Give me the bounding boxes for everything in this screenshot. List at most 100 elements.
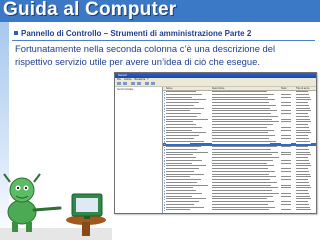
character-pupil-shape: [24, 186, 28, 190]
cell-text-bar: [296, 143, 311, 145]
cell-text-bar: [281, 121, 291, 123]
cell-text-bar: [296, 181, 309, 183]
cell-text-bar: [166, 201, 199, 203]
cell-text-bar: [281, 168, 291, 170]
cell-text-bar: [296, 201, 308, 203]
cell-text-bar: [281, 201, 291, 203]
cell-text-bar: [212, 99, 275, 101]
table-cell: [212, 209, 280, 212]
cell-text-bar: [281, 113, 291, 115]
cell-text-bar: [166, 102, 199, 104]
cell-text-bar: [296, 113, 308, 115]
cell-text-bar: [166, 135, 199, 137]
cell-text-bar: [281, 184, 291, 186]
cell-text-bar: [166, 107, 204, 109]
cell-text-bar: [212, 124, 273, 126]
cell-text-bar: [296, 151, 310, 153]
cell-text-bar: [166, 209, 190, 211]
slide-subtitle: Pannello di Controllo – Strumenti di amm…: [14, 29, 251, 39]
cell-text-bar: [212, 206, 275, 208]
cell-text-bar: [166, 93, 202, 95]
cell-text-bar: [212, 146, 277, 148]
cell-text-bar: [212, 96, 268, 98]
cell-text-bar: [281, 93, 291, 95]
cell-text-bar: [281, 203, 291, 205]
cell-text-bar: [296, 190, 308, 192]
cell-text-bar: [212, 118, 272, 120]
cell-text-bar: [166, 129, 192, 131]
cell-text-bar: [296, 126, 309, 128]
cell-text-bar: [296, 104, 309, 106]
window-controls: [303, 74, 315, 87]
cell-text-bar: [212, 162, 267, 164]
cell-text-bar: [166, 198, 206, 200]
character-body-shape: [7, 199, 37, 225]
table-leg-shape: [82, 222, 90, 236]
cell-text-bar: [212, 135, 275, 137]
cell-text-bar: [212, 203, 268, 205]
cell-text-bar: [166, 118, 208, 120]
cell-text-bar: [166, 148, 197, 150]
cell-text-bar: [212, 159, 273, 161]
cell-text-bar: [296, 176, 311, 178]
cell-text-bar: [166, 184, 208, 186]
cell-text-bar: [212, 179, 270, 181]
cell-text-bar: [281, 135, 291, 137]
cell-text-bar: [296, 118, 310, 120]
cell-text-bar: [212, 107, 270, 109]
cell-text-bar: [166, 96, 192, 98]
cell-text-bar: [166, 165, 206, 167]
tree-pane: Servizi (locale): [115, 87, 163, 213]
column-header-description: Descrizione: [212, 87, 225, 90]
cell-text-bar: [212, 93, 274, 95]
cell-text-bar: [212, 137, 269, 139]
cell-text-bar: [212, 129, 274, 131]
cell-text-bar: [296, 132, 311, 134]
cell-text-bar: [166, 203, 194, 205]
cell-text-bar: [212, 140, 276, 142]
cell-text-bar: [212, 91, 267, 93]
cell-text-bar: [166, 170, 194, 172]
window-body: Servizi (locale) Nome Descrizione Stato …: [115, 87, 316, 213]
cell-text-bar: [296, 162, 310, 164]
cell-text-bar: [166, 140, 204, 142]
cell-text-bar: [296, 192, 309, 194]
cell-text-bar: [212, 187, 278, 189]
cell-text-bar: [296, 165, 311, 167]
cell-text-bar: [166, 195, 192, 197]
cell-text-bar: [281, 195, 291, 197]
cell-text-bar: [212, 154, 272, 156]
table-cell: [281, 209, 295, 212]
tree-item-services: Servizi (locale): [117, 88, 134, 91]
cell-text-bar: [166, 192, 202, 194]
cell-text-bar: [166, 113, 201, 115]
cell-text-bar: [166, 151, 208, 153]
cell-text-bar: [166, 190, 196, 192]
cell-text-bar: [296, 137, 309, 139]
cell-text-bar: [212, 110, 277, 112]
cell-text-bar: [166, 99, 206, 101]
cell-text-bar: [166, 124, 196, 126]
cell-text-bar: [296, 110, 311, 112]
cell-text-bar: [296, 91, 308, 93]
cell-text-bar: [166, 137, 194, 139]
services-window-screenshot: Servizi File Azione Visualizza ? Servizi…: [114, 72, 317, 214]
cell-text-bar: [296, 209, 311, 211]
cell-text-bar: [166, 126, 202, 128]
subtitle-divider: [12, 40, 315, 41]
cell-text-bar: [166, 146, 201, 148]
cell-text-bar: [281, 137, 291, 139]
cell-text-bar: [166, 143, 190, 145]
cell-text-bar: [212, 157, 279, 159]
cell-text-bar: [281, 170, 291, 172]
cell-text-bar: [281, 159, 291, 161]
cell-text-bar: [212, 209, 269, 211]
cell-text-bar: [212, 192, 279, 194]
cell-text-bar: [296, 195, 310, 197]
cell-text-bar: [212, 170, 275, 172]
bullet-icon: [14, 30, 18, 35]
cell-text-bar: [281, 104, 291, 106]
services-list: Nome Descrizione Stato Tipo di avvio: [163, 87, 316, 213]
cell-text-bar: [166, 91, 196, 93]
cell-text-bar: [281, 162, 291, 164]
